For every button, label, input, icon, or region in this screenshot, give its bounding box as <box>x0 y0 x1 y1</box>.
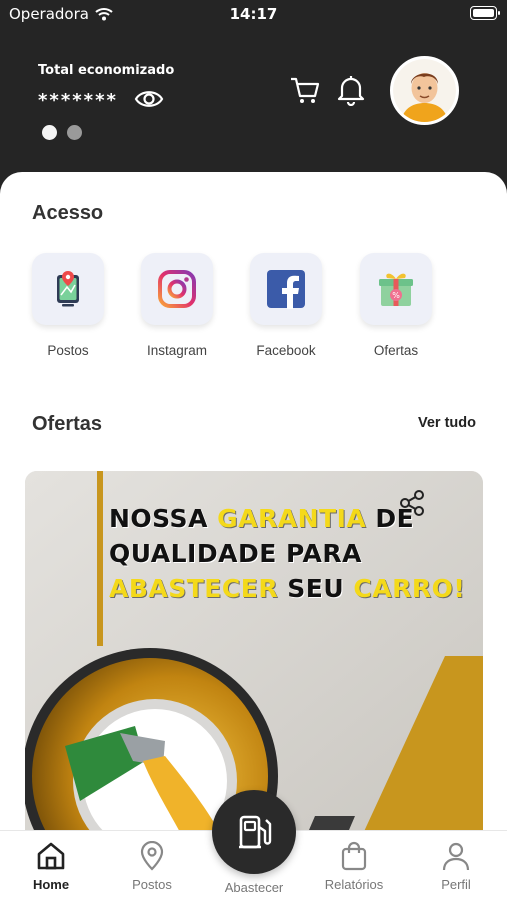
nav-item-relatorios[interactable]: Relatórios <box>304 841 404 892</box>
location-icon <box>140 841 164 871</box>
access-label: Instagram <box>146 343 208 358</box>
total-saved-label: Total economizado <box>38 63 175 78</box>
home-icon <box>37 842 65 870</box>
nav-item-home[interactable]: Home <box>1 841 101 892</box>
battery-icon <box>470 6 500 20</box>
access-item-postos[interactable]: Postos <box>13 253 123 358</box>
nav-label: Postos <box>132 877 172 892</box>
banner-line3b: SEU <box>278 574 354 603</box>
gift-icon: % <box>379 273 413 306</box>
nav-label: Perfil <box>441 877 471 892</box>
access-tile[interactable] <box>250 253 322 325</box>
nav-label: Home <box>32 877 70 892</box>
avatar-illustration <box>393 59 456 122</box>
access-label: Facebook <box>256 343 316 358</box>
banner-line3c: CARRO! <box>353 574 466 603</box>
header: Total economizado ******* <box>0 28 507 188</box>
see-all-link[interactable]: Ver tudo <box>418 415 476 431</box>
access-tile[interactable] <box>141 253 213 325</box>
status-bar: Operadora 14:17 <box>0 0 507 28</box>
access-item-facebook[interactable]: Facebook <box>231 253 341 358</box>
eye-icon[interactable] <box>134 86 164 112</box>
nav-item-postos[interactable]: Postos <box>102 841 202 892</box>
cart-icon[interactable] <box>289 74 321 106</box>
total-saved-value: ******* <box>38 90 118 111</box>
access-item-instagram[interactable]: Instagram <box>122 253 232 358</box>
avatar[interactable] <box>390 56 459 125</box>
shopping-bag-icon <box>341 841 367 871</box>
access-tile[interactable]: % <box>360 253 432 325</box>
carousel-dot[interactable] <box>67 125 82 140</box>
access-item-ofertas[interactable]: % Ofertas <box>341 253 451 358</box>
user-icon <box>442 842 470 871</box>
refuel-label: Abastecer <box>224 880 284 895</box>
bell-icon[interactable] <box>336 74 366 106</box>
share-icon[interactable] <box>398 489 426 517</box>
instagram-icon <box>158 270 196 308</box>
clock: 14:17 <box>229 5 278 23</box>
access-label: Ofertas <box>373 343 419 358</box>
map-pin-icon <box>57 271 79 307</box>
carousel-dots <box>42 125 82 140</box>
facebook-icon <box>267 270 305 309</box>
nav-item-perfil[interactable]: Perfil <box>406 841 506 892</box>
fuel-pump-icon <box>239 815 272 849</box>
carousel-dot-active[interactable] <box>42 125 57 140</box>
access-tile[interactable] <box>32 253 104 325</box>
offers-section-title: Ofertas <box>32 413 103 435</box>
banner-line1b: GARANTIA <box>217 504 367 533</box>
banner-line1a: NOSSA <box>109 504 218 533</box>
refuel-button[interactable] <box>212 790 296 874</box>
svg-text:%: % <box>392 291 400 300</box>
access-label: Postos <box>47 343 89 358</box>
nav-label: Relatórios <box>324 877 384 892</box>
banner-line3a: ABASTECER <box>109 574 279 603</box>
banner-line2: QUALIDADE PARA <box>109 539 362 568</box>
access-section-title: Acesso <box>32 202 104 224</box>
